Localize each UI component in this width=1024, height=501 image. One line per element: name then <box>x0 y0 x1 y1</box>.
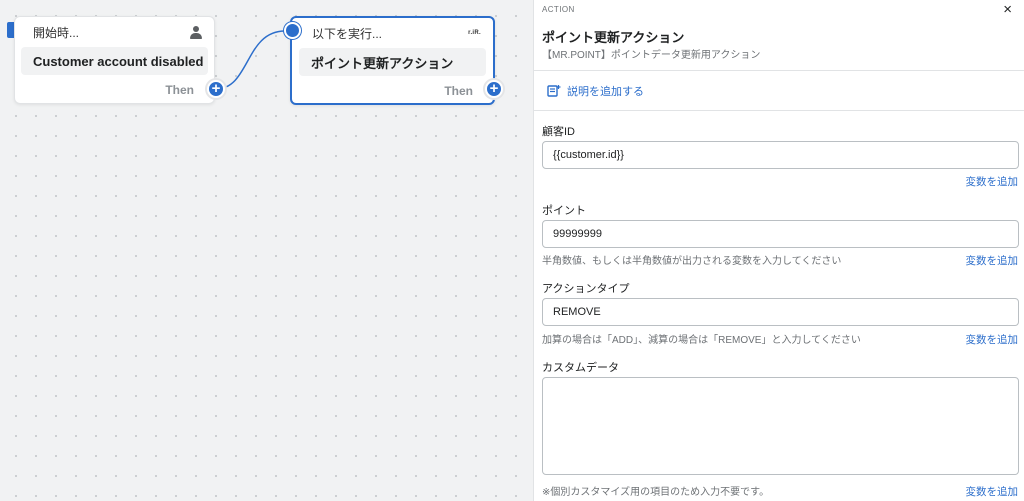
app-logo-icon: r.iR. <box>468 30 481 36</box>
add-variable-link-customer-id[interactable]: 変数を追加 <box>966 174 1019 189</box>
trigger-node-header-label: 開始時... <box>33 25 80 40</box>
person-icon <box>190 25 202 39</box>
points-input[interactable]: 99999999 <box>542 220 1019 248</box>
field-label-points: ポイント <box>542 205 586 217</box>
add-variable-link-action-type[interactable]: 変数を追加 <box>966 332 1019 347</box>
trigger-node-header: 開始時... <box>15 17 214 47</box>
add-step-after-action-button[interactable]: + <box>485 80 503 98</box>
action-node-header-label: 以下を実行... <box>312 26 383 41</box>
add-variable-link-points[interactable]: 変数を追加 <box>966 253 1019 268</box>
action-type-help-text: 加算の場合は「ADD」、減算の場合は「REMOVE」と入力してください <box>542 335 861 346</box>
action-node-footer: Then <box>444 84 473 98</box>
field-label-action-type: アクションタイプ <box>542 283 630 295</box>
workflow-canvas[interactable]: 開始時... Customer account disabled Then 以下… <box>0 0 533 501</box>
customer-id-input[interactable]: {{customer.id}} <box>542 141 1019 169</box>
add-description-icon <box>547 85 561 97</box>
custom-data-help-text: ※個別カスタマイズ用の項目のため入力不要です。 <box>542 487 770 498</box>
plus-icon: + <box>489 80 499 97</box>
divider <box>534 70 1024 71</box>
action-settings-panel: ACTION × ポイント更新アクション 【MR.POINT】ポイントデータ更新… <box>533 0 1024 501</box>
trigger-node-footer: Then <box>165 83 194 97</box>
action-node-header: 以下を実行... r.iR. <box>292 18 493 48</box>
action-type-input[interactable]: REMOVE <box>542 298 1019 326</box>
points-help-text: 半角数値、もしくは半角数値が出力される変数を入力してください <box>542 256 842 267</box>
action-node-body: ポイント更新アクション <box>299 48 486 76</box>
divider <box>534 110 1024 111</box>
close-icon[interactable]: × <box>1003 1 1012 18</box>
trigger-node[interactable]: 開始時... Customer account disabled Then <box>14 16 215 104</box>
trigger-node-body: Customer account disabled <box>21 47 208 75</box>
field-label-custom-data: カスタムデータ <box>542 362 619 374</box>
add-description-label: 説明を追加する <box>567 86 644 98</box>
panel-overline: ACTION <box>542 5 575 14</box>
panel-title: ポイント更新アクション <box>542 30 685 45</box>
add-description-button[interactable]: 説明を追加する <box>547 83 644 99</box>
panel-subtitle: 【MR.POINT】ポイントデータ更新用アクション <box>542 50 761 61</box>
action-node-input-port[interactable] <box>284 22 301 39</box>
custom-data-textarea[interactable] <box>542 377 1019 475</box>
action-node[interactable]: 以下を実行... r.iR. ポイント更新アクション Then <box>290 16 495 105</box>
add-step-after-trigger-button[interactable]: + <box>207 80 225 98</box>
plus-icon: + <box>211 80 221 97</box>
add-variable-link-custom-data[interactable]: 変数を追加 <box>966 484 1019 499</box>
field-label-customer-id: 顧客ID <box>542 126 575 138</box>
